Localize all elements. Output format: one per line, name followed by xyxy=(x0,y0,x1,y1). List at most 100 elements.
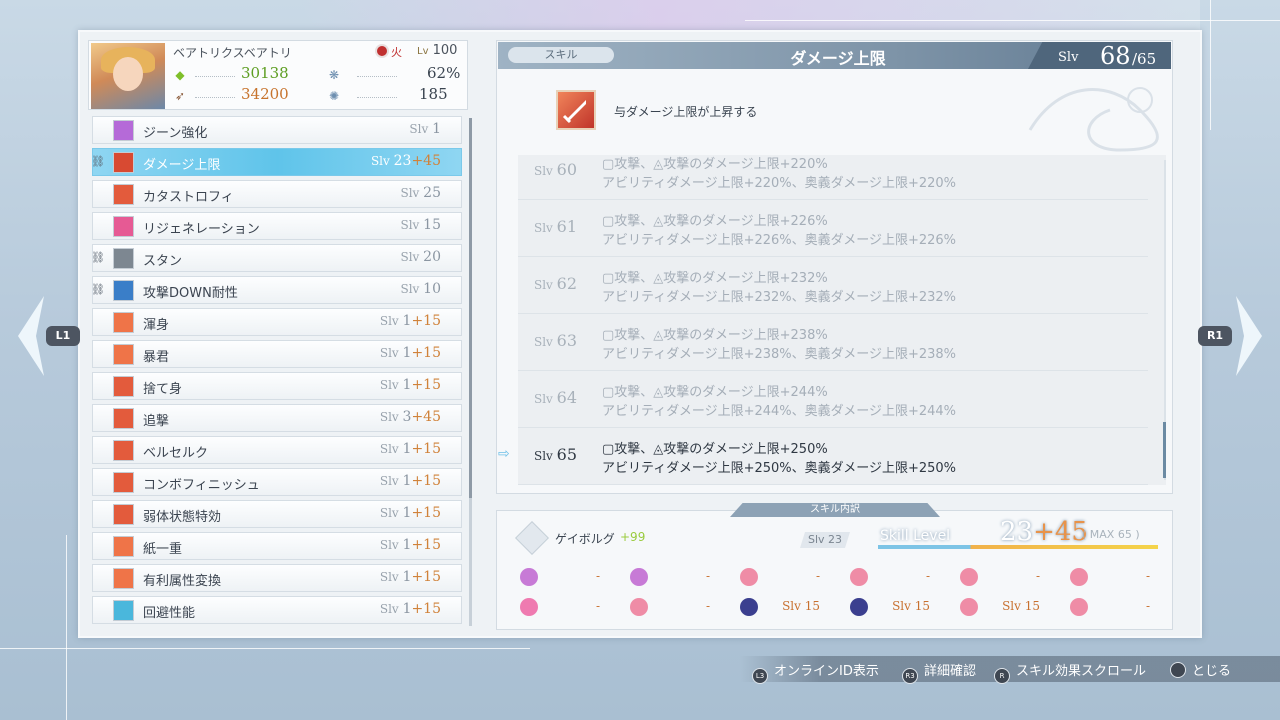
damage-cap-skill-icon xyxy=(556,90,596,130)
skill-row[interactable]: コンボフィニッシュ Slv 1+15 xyxy=(92,468,462,496)
skill-level-row: Slv 62 ▢攻撃、◬攻撃のダメージ上限+232% アビリティダメージ上限+232… xyxy=(518,257,1148,314)
skill-icon xyxy=(113,280,134,301)
skill-row[interactable]: ⛓ ダメージ上限 Slv 23+45 xyxy=(91,148,462,176)
level-effect-line1: ▢攻撃、◬攻撃のダメージ上限+238% xyxy=(602,328,828,343)
summon-slot: - xyxy=(948,568,1054,590)
skill-slv: Slv 1+15 xyxy=(379,569,441,585)
lock-icon: ⛓ xyxy=(91,283,105,296)
skill-description: 与ダメージ上限が上昇する xyxy=(614,105,758,119)
summon-slot-value: Slv 15 xyxy=(892,599,930,613)
summon-slot: - xyxy=(618,598,724,620)
skill-name: 暴君 xyxy=(143,350,170,365)
skill-name: 有利属性変換 xyxy=(143,574,222,589)
character-portrait xyxy=(91,43,165,109)
footer-online-id[interactable]: L3 オンラインID表示 xyxy=(752,660,879,684)
skill-icon xyxy=(113,312,134,333)
skill-icon xyxy=(113,120,134,141)
summon-slot-value: - xyxy=(595,569,600,583)
skill-level-row: Slv 61 ▢攻撃、◬攻撃のダメージ上限+226% アビリティダメージ上限+226… xyxy=(518,200,1148,257)
footer-close[interactable]: とじる xyxy=(1170,660,1231,679)
skill-list-scrollbar[interactable] xyxy=(469,118,472,626)
skill-row[interactable]: 暴君 Slv 1+15 xyxy=(92,340,462,368)
level-effect-line1: ▢攻撃、◬攻撃のダメージ上限+232% xyxy=(602,271,828,286)
level-label: Slv 61 xyxy=(534,217,578,236)
summon-slot-value: - xyxy=(705,599,710,613)
weapon-plus: +99 xyxy=(620,530,646,544)
skill-level-value: 23+45 xyxy=(1000,517,1088,547)
skill-row[interactable]: ⛓ 攻撃DOWN耐性 Slv 10 xyxy=(91,276,462,304)
r1-button[interactable]: R1 xyxy=(1198,326,1232,346)
character-name: ベアトリクスベアトリ xyxy=(173,46,292,60)
divider xyxy=(357,97,397,98)
skill-row[interactable]: ベルセルク Slv 1+15 xyxy=(92,436,462,464)
ornament-decoration xyxy=(1028,87,1159,152)
skill-level-display: Slv 68 /65 xyxy=(1028,42,1171,69)
level-list-scrollbar[interactable] xyxy=(1163,160,1166,480)
skill-slv: Slv 3+45 xyxy=(379,409,441,425)
summon-slot: - xyxy=(508,598,614,620)
skill-row[interactable]: 捨て身 Slv 1+15 xyxy=(92,372,462,400)
skill-row[interactable]: ⛓ スタン Slv 20 xyxy=(91,244,462,272)
skill-level-row: Slv 60 ▢攻撃、◬攻撃のダメージ上限+220% アビリティダメージ上限+220… xyxy=(518,155,1148,200)
skill-slv: Slv 20 xyxy=(400,249,442,265)
footer-details[interactable]: R3 詳細確認 xyxy=(902,660,976,684)
skill-slv: Slv 1+15 xyxy=(379,473,441,489)
level-effect-line1: ▢攻撃、◬攻撃のダメージ上限+220% xyxy=(602,157,828,172)
skill-row[interactable]: 追撃 Slv 3+45 xyxy=(92,404,462,432)
skill-name: 捨て身 xyxy=(143,382,183,397)
summon-slot: - xyxy=(728,568,834,590)
skill-row[interactable]: 紙一重 Slv 1+15 xyxy=(92,532,462,560)
summon-slot-value: - xyxy=(815,569,820,583)
skill-tag: スキル xyxy=(508,47,614,63)
skill-slv: Slv 1+15 xyxy=(379,441,441,457)
skill-level-row: Slv 63 ▢攻撃、◬攻撃のダメージ上限+238% アビリティダメージ上限+238… xyxy=(518,314,1148,371)
skill-row[interactable]: ジーン強化 Slv 1 xyxy=(92,116,462,144)
skill-slv: Slv 1+15 xyxy=(379,345,441,361)
skill-icon xyxy=(113,248,134,269)
skill-row[interactable]: 渾身 Slv 1+15 xyxy=(92,308,462,336)
summon-slot-value: - xyxy=(705,569,710,583)
next-arrow-icon[interactable] xyxy=(1236,296,1262,376)
skill-slv: Slv 1+15 xyxy=(379,313,441,329)
summon-slot-icon xyxy=(630,598,648,616)
level-effect-line2: アビリティダメージ上限+232%、奥義ダメージ上限+232% xyxy=(602,290,957,305)
weapon-name: ゲイボルグ xyxy=(555,532,615,546)
summon-slot-value: - xyxy=(1145,569,1150,583)
level-label: Slv 62 xyxy=(534,274,578,293)
atk-value: 34200 xyxy=(241,85,289,103)
skill-row[interactable]: 回避性能 Slv 1+15 xyxy=(92,596,462,624)
footer-scroll[interactable]: R スキル効果スクロール xyxy=(994,660,1146,684)
summon-slot-icon xyxy=(520,568,538,586)
skill-icon xyxy=(113,440,134,461)
skill-icon xyxy=(113,216,134,237)
level-label: Slv 63 xyxy=(534,331,578,350)
summon-slot: Slv 15 xyxy=(728,598,834,620)
skill-name: コンボフィニッシュ xyxy=(143,478,260,493)
summon-slot-icon xyxy=(740,568,758,586)
skill-level-label: Skill Level xyxy=(880,528,951,544)
summon-slot: Slv 15 xyxy=(948,598,1054,620)
summon-slot-icon xyxy=(1070,568,1088,586)
divider xyxy=(357,76,397,77)
frame-line xyxy=(1210,0,1211,130)
summon-slot: Slv 15 xyxy=(838,598,944,620)
summon-slot-icon xyxy=(630,568,648,586)
summon-slot-value: - xyxy=(925,569,930,583)
skill-row[interactable]: カタストロフィ Slv 25 xyxy=(92,180,462,208)
l1-button[interactable]: L1 xyxy=(46,326,80,346)
prev-arrow-icon[interactable] xyxy=(18,296,44,376)
skill-slv: Slv 1+15 xyxy=(379,505,441,521)
skill-icon xyxy=(113,376,134,397)
summon-slot: - xyxy=(1058,598,1164,620)
skill-row[interactable]: 有利属性変換 Slv 1+15 xyxy=(92,564,462,592)
level-effect-line1: ▢攻撃、◬攻撃のダメージ上限+226% xyxy=(602,214,828,229)
skill-level-list[interactable]: Slv 60 ▢攻撃、◬攻撃のダメージ上限+220% アビリティダメージ上限+220… xyxy=(518,155,1166,485)
frame-line xyxy=(745,20,1280,21)
skill-level-row: Slv 64 ▢攻撃、◬攻撃のダメージ上限+244% アビリティダメージ上限+244… xyxy=(518,371,1148,428)
skill-row[interactable]: リジェネレーション Slv 15 xyxy=(92,212,462,240)
stat3-value: 62% xyxy=(427,64,461,82)
skill-row[interactable]: 弱体状態特効 Slv 1+15 xyxy=(92,500,462,528)
summon-slot-icon xyxy=(850,568,868,586)
skill-slv: Slv 1+15 xyxy=(379,601,441,617)
skill-detail-header: スキル ダメージ上限 Slv 68 /65 xyxy=(498,42,1171,69)
